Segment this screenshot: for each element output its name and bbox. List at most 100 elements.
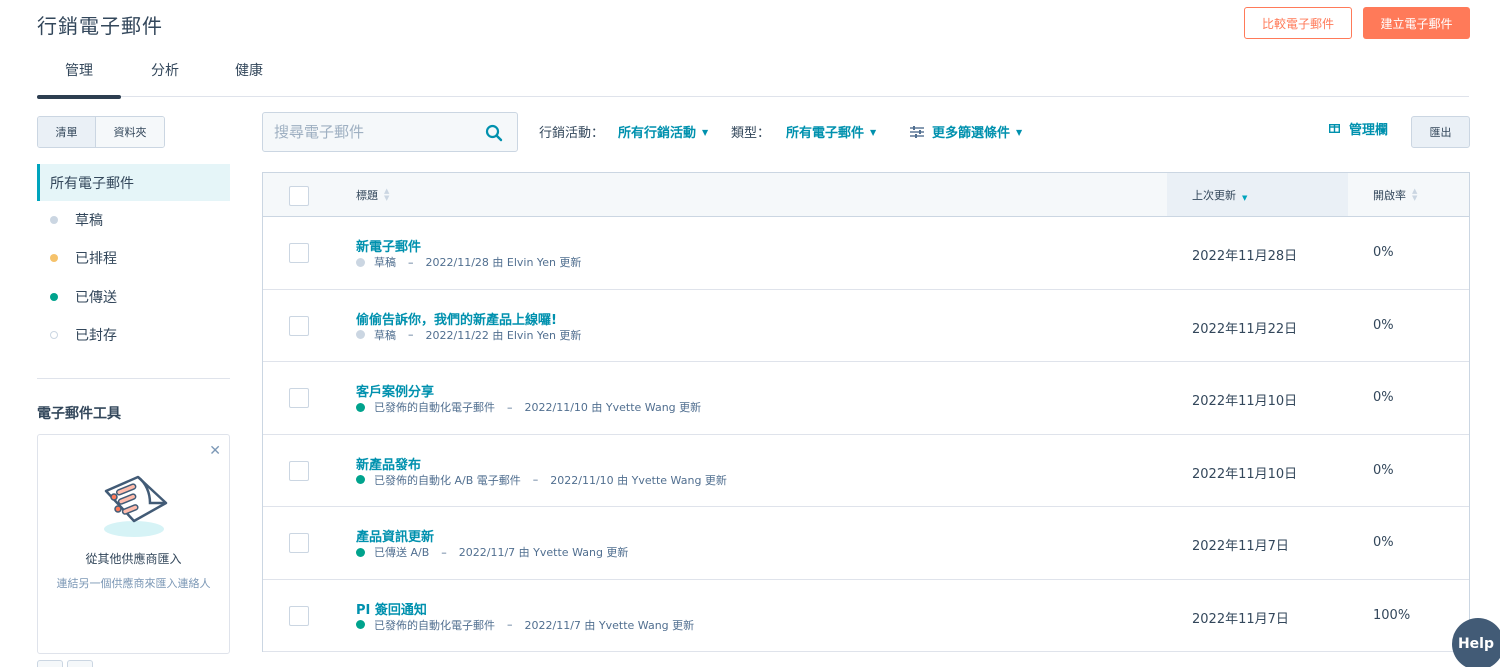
email-updated-text: 2022/11/22 由 Elvin Yen 更新 <box>425 328 582 342</box>
email-status: 已傳送 A/B <box>374 546 430 559</box>
row-checkbox[interactable] <box>289 460 309 481</box>
manage-columns-button[interactable]: 管理欄 <box>1329 119 1388 138</box>
select-all-checkbox[interactable] <box>289 186 309 206</box>
caret-down-icon: ▼ <box>702 128 709 137</box>
column-label: 標題 <box>356 188 378 202</box>
email-meta: 已發佈的自動化電子郵件 – 2022/11/10 由 Yvette Wang 更… <box>356 399 701 415</box>
open-rate-cell: 0% <box>1373 317 1394 333</box>
tab-analyze[interactable]: 分析 <box>137 60 193 97</box>
type-filter-label: 類型： <box>731 126 771 141</box>
separator: – <box>507 400 513 414</box>
view-toggle: 清單 資料夾 <box>37 116 165 148</box>
table-row: 新產品發布 已發佈的自動化 A/B 電子郵件 – 2022/11/10 由 Yv… <box>263 435 1469 507</box>
help-button[interactable]: Help <box>1452 618 1500 667</box>
open-rate-cell: 0% <box>1373 390 1394 405</box>
status-dot-icon <box>356 547 365 557</box>
list-view-button[interactable]: 清單 <box>38 117 96 147</box>
sort-icon: ▲ ▼ <box>384 186 390 202</box>
import-card[interactable]: ✕ 從其他供應商匯入 連結另一個供應商來匯入連絡人 <box>37 434 230 654</box>
type-filter-value: 所有電子郵件 <box>786 126 865 141</box>
table-row: 新電子郵件 草稿 – 2022/11/28 由 Elvin Yen 更新 202… <box>263 217 1469 290</box>
filter-label: 已排程 <box>75 251 117 267</box>
more-filters-label: 更多篩選條件 <box>932 126 1011 141</box>
tab-manage[interactable]: 管理 <box>37 60 121 99</box>
row-checkbox[interactable] <box>289 533 309 553</box>
row-checkbox[interactable] <box>289 388 309 408</box>
column-open-rate-header[interactable]: 開啟率 ▲ ▼ <box>1373 173 1417 216</box>
filter-sent[interactable]: 已傳送 <box>50 287 117 307</box>
filter-label: 已封存 <box>75 328 117 344</box>
export-button[interactable]: 匯出 <box>1411 116 1470 148</box>
row-checkbox[interactable] <box>289 315 309 336</box>
status-dot-icon <box>356 620 365 629</box>
folder-view-button[interactable]: 資料夾 <box>96 117 164 147</box>
card-next-button[interactable] <box>67 660 93 667</box>
email-title-link[interactable]: PI 簽回通知 <box>356 599 427 618</box>
filter-archived[interactable]: 已封存 <box>50 325 117 345</box>
separator: – <box>441 545 447 559</box>
filter-scheduled[interactable]: 已排程 <box>50 248 117 268</box>
status-dot-icon <box>50 331 58 339</box>
row-checkbox[interactable] <box>289 605 309 626</box>
last-updated-cell: 2022年11月22日 <box>1192 321 1298 337</box>
more-filters-dropdown[interactable]: 更多篩選條件 ▼ <box>910 122 1022 141</box>
email-title-link[interactable]: 新產品發布 <box>356 454 421 473</box>
email-status: 已發佈的自動化電子郵件 <box>374 618 495 632</box>
search-icon[interactable] <box>485 124 503 142</box>
sort-icon: ▲ ▼ <box>1412 186 1418 202</box>
compare-emails-button[interactable]: 比較電子郵件 <box>1244 7 1352 39</box>
campaign-filter-value: 所有行銷活動 <box>618 126 697 141</box>
email-meta: 草稿 – 2022/11/22 由 Elvin Yen 更新 <box>356 327 581 343</box>
page-title: 行銷電子郵件 <box>37 14 163 38</box>
column-updated-header[interactable]: 上次更新 ▲▼ <box>1167 173 1348 216</box>
separator: – <box>408 255 414 269</box>
status-dot-icon <box>356 475 365 484</box>
filter-all-emails[interactable]: 所有電子郵件 <box>37 164 230 201</box>
search-input[interactable] <box>263 113 473 151</box>
card-prev-button[interactable] <box>37 660 63 667</box>
email-table: 標題 ▲▼ 上次更新 ▲▼ 開啟率 ▲▼ 新電子郵件 草稿 – 2022/11/… <box>262 172 1470 652</box>
filter-label: 已傳送 <box>75 290 117 306</box>
email-meta: 已發佈的自動化 A/B 電子郵件 – 2022/11/10 由 Yvette W… <box>356 472 727 488</box>
import-card-title: 從其他供應商匯入 <box>85 552 182 566</box>
email-status: 草稿 <box>374 328 396 342</box>
separator: – <box>507 618 513 631</box>
email-title-link[interactable]: 產品資訊更新 <box>356 526 434 545</box>
last-updated-cell: 2022年11月7日 <box>1192 611 1289 627</box>
row-checkbox[interactable] <box>289 243 309 263</box>
email-status: 已發佈的自動化電子郵件 <box>374 401 495 414</box>
table-row: PI 簽回通知 已發佈的自動化電子郵件 – 2022/11/7 由 Yvette… <box>263 580 1469 652</box>
separator: – <box>532 473 539 486</box>
status-dot-icon <box>356 330 365 339</box>
last-updated-cell: 2022年11月28日 <box>1192 249 1298 264</box>
email-updated-text: 2022/11/7 由 Yvette Wang 更新 <box>458 546 629 559</box>
email-status: 已發佈的自動化 A/B 電子郵件 <box>374 473 521 487</box>
caret-down-icon: ▼ <box>1016 128 1023 137</box>
column-label: 上次更新 <box>1192 188 1236 202</box>
create-email-button[interactable]: 建立電子郵件 <box>1363 7 1470 39</box>
campaign-filter-dropdown[interactable]: 所有行銷活動 ▼ <box>618 122 708 141</box>
caret-down-icon: ▼ <box>870 128 877 137</box>
column-label: 開啟率 <box>1373 188 1406 202</box>
last-updated-cell: 2022年11月7日 <box>1192 539 1289 554</box>
email-title-link[interactable]: 偷偷告訴你，我們的新產品上線囉! <box>356 309 557 328</box>
email-meta: 已傳送 A/B – 2022/11/7 由 Yvette Wang 更新 <box>356 544 628 560</box>
open-rate-cell: 0% <box>1373 462 1394 478</box>
campaign-filter-label: 行銷活動： <box>539 126 605 141</box>
email-meta: 草稿 – 2022/11/28 由 Elvin Yen 更新 <box>356 254 581 270</box>
email-updated-text: 2022/11/10 由 Yvette Wang 更新 <box>524 401 702 414</box>
close-icon[interactable]: ✕ <box>209 443 221 459</box>
tab-health[interactable]: 健康 <box>225 60 273 97</box>
email-title-link[interactable]: 客戶案例分享 <box>356 381 434 400</box>
import-card-subtitle: 連結另一個供應商來匯入連絡人 <box>56 577 211 590</box>
email-updated-text: 2022/11/10 由 Yvette Wang 更新 <box>550 473 727 487</box>
type-filter-dropdown[interactable]: 所有電子郵件 ▼ <box>786 122 876 141</box>
open-rate-cell: 0% <box>1373 245 1394 260</box>
email-tools-heading: 電子郵件工具 <box>37 406 121 422</box>
column-title-header[interactable]: 標題 ▲ ▼ <box>356 173 389 216</box>
filter-drafts[interactable]: 草稿 <box>50 210 103 230</box>
email-title-link[interactable]: 新電子郵件 <box>356 236 421 255</box>
status-dot-icon <box>50 293 58 301</box>
table-row: 偷偷告訴你，我們的新產品上線囉! 草稿 – 2022/11/22 由 Elvin… <box>263 290 1469 362</box>
columns-icon <box>1329 124 1340 133</box>
